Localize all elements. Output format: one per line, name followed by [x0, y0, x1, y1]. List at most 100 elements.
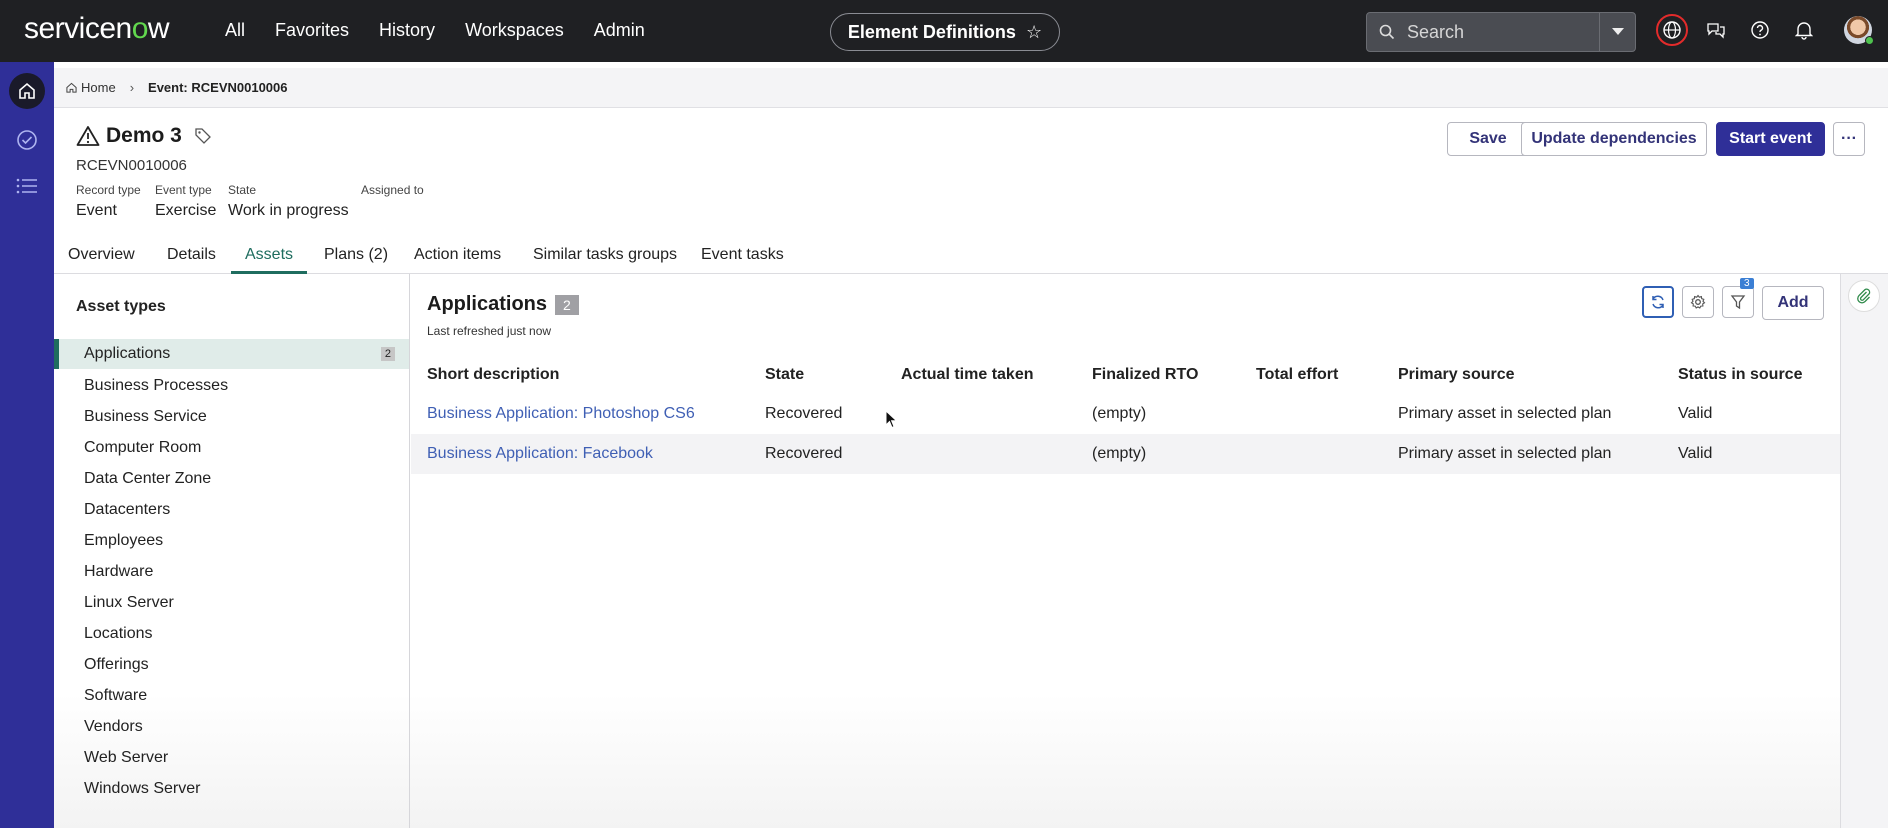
nav-workspaces[interactable]: Workspaces: [465, 20, 564, 41]
paperclip-icon[interactable]: [1848, 280, 1880, 312]
record-number: RCEVN0010006: [76, 157, 187, 174]
tab-similar-tasks-groups[interactable]: Similar tasks groups: [533, 246, 677, 274]
asset-type-item[interactable]: Business Processes: [54, 371, 409, 401]
top-navigation: servicenow All Favorites History Workspa…: [0, 0, 1888, 62]
global-search[interactable]: Search: [1366, 12, 1636, 52]
home-icon[interactable]: [9, 73, 45, 109]
field-value: Exercise: [155, 202, 217, 219]
table-row[interactable]: Business Application: Facebook Recovered…: [411, 434, 1840, 474]
row-short-description-link[interactable]: Business Application: Photoshop CS6: [427, 405, 695, 423]
user-avatar[interactable]: [1844, 16, 1874, 45]
asset-type-item[interactable]: Windows Server: [54, 774, 409, 804]
nav-history[interactable]: History: [379, 20, 435, 41]
asset-types-title: Asset types: [76, 298, 166, 315]
help-icon[interactable]: [1744, 14, 1776, 46]
asset-types-panel: Asset types Applications 2 Business Proc…: [54, 274, 410, 828]
record-title: Demo 3: [76, 124, 212, 148]
main-menu: All Favorites History Workspaces Admin: [225, 20, 645, 41]
asset-type-item[interactable]: Linux Server: [54, 588, 409, 618]
refresh-button[interactable]: [1642, 286, 1674, 318]
column-header-actual-time-taken[interactable]: Actual time taken: [901, 366, 1033, 384]
list-title-text: Applications: [427, 293, 548, 315]
column-header-primary-source[interactable]: Primary source: [1398, 366, 1515, 384]
breadcrumb-home-label: Home: [81, 80, 116, 95]
count-badge: 2: [380, 347, 395, 361]
top-icons: [1656, 14, 1820, 46]
row-finalized-rto: (empty): [1092, 405, 1147, 422]
check-circle-icon[interactable]: [15, 128, 39, 152]
field-assigned-to[interactable]: Assigned to: [361, 183, 424, 202]
column-header-status-in-source[interactable]: Status in source: [1678, 366, 1802, 384]
row-primary-source: Primary asset in selected plan: [1398, 445, 1612, 462]
presence-dot: [1865, 36, 1874, 45]
last-refreshed: Last refreshed just now: [427, 324, 552, 338]
tab-overview[interactable]: Overview: [68, 246, 135, 274]
field-label: Record type: [76, 183, 141, 197]
tag-icon[interactable]: [194, 127, 212, 145]
field-label: Assigned to: [361, 183, 424, 197]
asset-type-applications[interactable]: Applications 2: [54, 339, 409, 369]
nav-all[interactable]: All: [225, 20, 245, 41]
list-icon[interactable]: [15, 174, 39, 198]
table-row[interactable]: Business Application: Photoshop CS6 Reco…: [411, 394, 1840, 434]
chat-icon[interactable]: [1700, 14, 1732, 46]
list-title: Applications 2: [427, 293, 579, 316]
row-status-in-source: Valid: [1678, 445, 1713, 462]
asset-type-item[interactable]: Web Server: [54, 743, 409, 773]
nav-admin[interactable]: Admin: [594, 20, 645, 41]
column-header-state[interactable]: State: [765, 366, 804, 384]
asset-type-item[interactable]: Data Center Zone: [54, 464, 409, 494]
right-side-strip: [1840, 274, 1888, 828]
filter-icon: [1730, 295, 1746, 310]
asset-type-item[interactable]: Vendors: [54, 712, 409, 742]
filter-button[interactable]: [1722, 286, 1754, 318]
start-event-button[interactable]: Start event: [1716, 122, 1825, 156]
refresh-icon: [1652, 295, 1664, 309]
breadcrumb-current[interactable]: Event: RCEVN0010006: [148, 80, 287, 95]
record-tabs: Overview Details Assets Plans (2) Action…: [54, 244, 1888, 274]
breadcrumb-home[interactable]: Home: [66, 80, 116, 95]
asset-type-item[interactable]: Offerings: [54, 650, 409, 680]
asset-type-item[interactable]: Datacenters: [54, 495, 409, 525]
column-header-short-description[interactable]: Short description: [427, 366, 559, 384]
nav-favorites[interactable]: Favorites: [275, 20, 349, 41]
column-header-finalized-rto[interactable]: Finalized RTO: [1092, 366, 1198, 384]
tab-action-items[interactable]: Action items: [414, 246, 501, 274]
chevron-right-icon: ›: [129, 80, 135, 95]
home-small-icon: [66, 82, 77, 93]
update-dependencies-button[interactable]: Update dependencies: [1521, 122, 1707, 156]
tab-event-tasks[interactable]: Event tasks: [701, 246, 784, 274]
breadcrumb: Home › Event: RCEVN0010006: [54, 68, 1888, 108]
tab-plans[interactable]: Plans (2): [324, 246, 388, 274]
column-header-total-effort[interactable]: Total effort: [1256, 366, 1338, 384]
filter-count-badge: 3: [1740, 278, 1754, 289]
search-input[interactable]: Search: [1407, 22, 1599, 43]
asset-type-item[interactable]: Computer Room: [54, 433, 409, 463]
asset-type-label: Applications: [84, 345, 171, 362]
asset-type-item[interactable]: Locations: [54, 619, 409, 649]
save-button[interactable]: Save: [1447, 122, 1529, 156]
globe-icon[interactable]: [1656, 14, 1688, 46]
bell-icon[interactable]: [1788, 14, 1820, 46]
servicenow-logo[interactable]: servicenow: [24, 12, 170, 46]
field-event-type: Event type Exercise: [155, 183, 216, 220]
asset-type-item[interactable]: Software: [54, 681, 409, 711]
list-count-badge: 2: [555, 294, 579, 315]
field-record-type: Record type Event: [76, 183, 141, 220]
asset-type-item[interactable]: Employees: [54, 526, 409, 556]
asset-type-item[interactable]: Hardware: [54, 557, 409, 587]
tab-assets[interactable]: Assets: [231, 246, 308, 274]
add-button[interactable]: Add: [1762, 286, 1824, 320]
search-scope-dropdown[interactable]: [1599, 13, 1635, 51]
left-rail: [0, 62, 54, 828]
asset-type-item[interactable]: Business Service: [54, 402, 409, 432]
more-actions-button[interactable]: ···: [1833, 122, 1865, 156]
row-primary-source: Primary asset in selected plan: [1398, 405, 1612, 422]
row-state: Recovered: [765, 445, 843, 462]
settings-button[interactable]: [1682, 286, 1714, 318]
tab-details[interactable]: Details: [167, 246, 216, 274]
row-short-description-link[interactable]: Business Application: Facebook: [427, 445, 653, 463]
star-icon[interactable]: ☆: [1026, 22, 1042, 43]
row-status-in-source: Valid: [1678, 405, 1713, 422]
context-pill[interactable]: Element Definitions ☆: [830, 13, 1060, 51]
